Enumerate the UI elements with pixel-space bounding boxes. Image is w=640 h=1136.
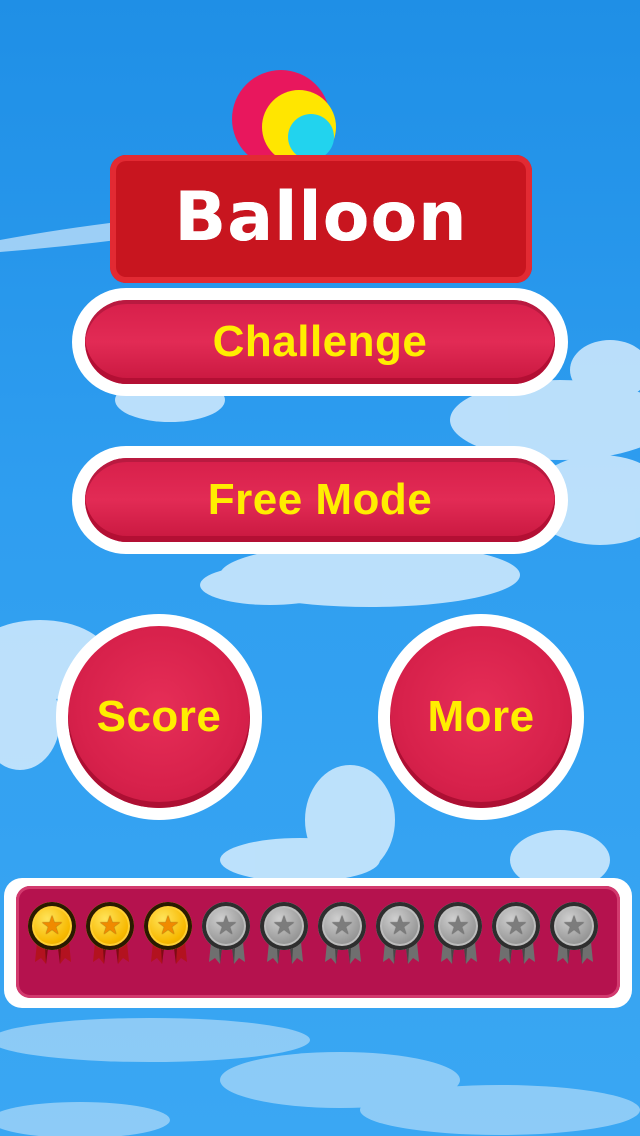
silver-medal: ★	[492, 902, 541, 968]
gold-medal: ★	[28, 902, 77, 968]
silver-medal: ★	[318, 902, 367, 968]
score-button-face[interactable]: Score	[68, 626, 250, 808]
silver-medal: ★	[202, 902, 251, 968]
silver-medal: ★	[376, 902, 425, 968]
challenge-button-face[interactable]: Challenge	[85, 300, 555, 384]
medal-coin: ★	[550, 902, 598, 950]
medal-coin: ★	[260, 902, 308, 950]
more-label: More	[427, 692, 535, 741]
gold-medal: ★	[86, 902, 135, 968]
gold-medal: ★	[144, 902, 193, 968]
star-icon: ★	[156, 911, 180, 941]
star-icon: ★	[504, 911, 528, 941]
medal-coin: ★	[86, 902, 134, 950]
medal-coin: ★	[434, 902, 482, 950]
medal-coin: ★	[376, 902, 424, 950]
free-mode-button[interactable]: Free Mode	[72, 446, 568, 554]
silver-medal: ★	[550, 902, 599, 968]
medal-coin: ★	[318, 902, 366, 950]
challenge-button[interactable]: Challenge	[72, 288, 568, 396]
star-icon: ★	[40, 911, 64, 941]
challenge-label: Challenge	[212, 317, 428, 366]
star-icon: ★	[214, 911, 238, 941]
medal-row: ★ ★ ★ ★ ★ ★ ★ ★ ★ ★	[28, 902, 608, 982]
free-mode-label: Free Mode	[207, 475, 433, 524]
more-button[interactable]: More	[378, 614, 584, 820]
star-icon: ★	[98, 911, 122, 941]
medal-coin: ★	[144, 902, 192, 950]
star-icon: ★	[446, 911, 470, 941]
game-title: Balloon	[174, 178, 468, 257]
star-icon: ★	[388, 911, 412, 941]
medal-coin: ★	[202, 902, 250, 950]
score-label: Score	[96, 692, 222, 741]
star-icon: ★	[272, 911, 296, 941]
logo-balloon-cyan	[288, 114, 334, 160]
silver-medal: ★	[260, 902, 309, 968]
score-button[interactable]: Score	[56, 614, 262, 820]
medal-panel: ★ ★ ★ ★ ★ ★ ★ ★ ★ ★	[4, 878, 632, 1008]
free-mode-button-face[interactable]: Free Mode	[85, 458, 555, 542]
more-button-face[interactable]: More	[390, 626, 572, 808]
medal-coin: ★	[492, 902, 540, 950]
star-icon: ★	[562, 911, 586, 941]
star-icon: ★	[330, 911, 354, 941]
medal-coin: ★	[28, 902, 76, 950]
game-logo: ✈ Balloon	[0, 60, 640, 283]
silver-medal: ★	[434, 902, 483, 968]
